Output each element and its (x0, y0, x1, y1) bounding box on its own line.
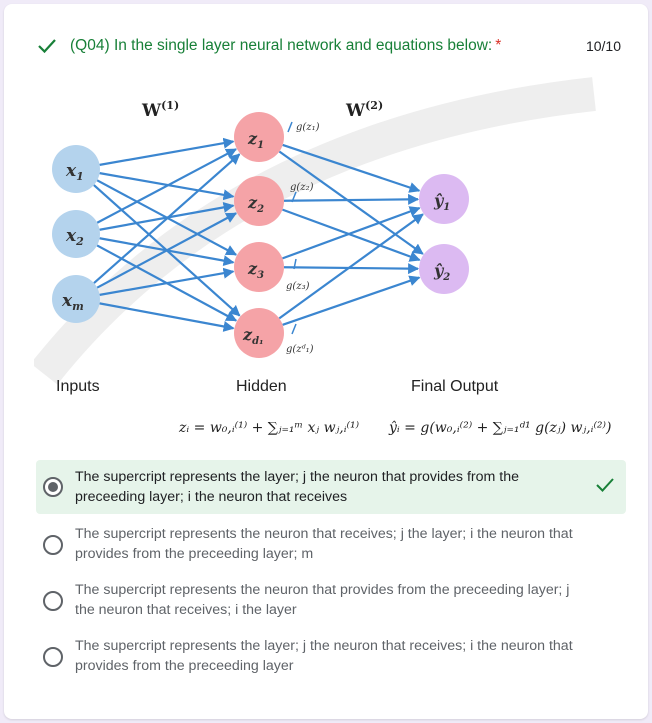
option-4-label: The supercript represents the layer; j t… (75, 638, 573, 674)
radio-unselected-icon[interactable] (43, 535, 63, 555)
required-mark: * (495, 37, 502, 54)
radio-unselected-icon[interactable] (43, 647, 63, 667)
correct-answer-check-icon (596, 478, 614, 492)
radio-selected-icon[interactable] (43, 477, 63, 497)
activation-label-1: g(z₁) (296, 122, 320, 133)
option-2-label: The supercript represents the neuron tha… (75, 526, 573, 562)
activation-label-3: g(z₃) (286, 281, 310, 292)
w2-label: W(2) (345, 99, 383, 121)
input-node-m: xm (52, 275, 100, 323)
option-3-label: The supercript represents the neuron tha… (75, 582, 570, 618)
question-header: (Q04) In the single layer neural network… (34, 34, 624, 58)
question-score: 10/10 (585, 38, 621, 54)
option-2[interactable]: The supercript represents the neuron tha… (36, 520, 626, 570)
network-edge (282, 206, 421, 260)
network-diagram: W(1) W(2) x1 x2 xm z1 z2 z3 zd₁ g(z₁) g(… (34, 77, 611, 436)
option-4[interactable]: The supercript represents the layer; j t… (36, 632, 626, 682)
correct-check-icon (38, 39, 56, 54)
hidden-node-d1: zd₁ (234, 308, 284, 358)
neural-network-figure: W(1) W(2) x1 x2 xm z1 z2 z3 zd₁ g(z₁) g(… (34, 74, 634, 454)
activation-markers (287, 121, 297, 335)
option-1-label: The supercript represents the layer; j t… (75, 469, 519, 505)
network-edge (278, 213, 424, 320)
hidden-equation: zᵢ = w₀,ᵢ⁽¹⁾ + ∑ⱼ₌₁ᵐ xⱼ wⱼ,ᵢ⁽¹⁾ (178, 420, 360, 436)
network-edge (283, 193, 420, 205)
output-node-1: ŷ1 (419, 174, 469, 224)
hidden-node-2: z2 (234, 176, 284, 226)
question-text: In the single layer neural network and e… (113, 37, 493, 54)
activation-label-d1: g(zᵈ₁) (286, 344, 314, 355)
network-edges (93, 137, 424, 332)
layer-label-inputs: Inputs (56, 378, 100, 395)
output-equation: ŷᵢ = g(w₀,ᵢ⁽²⁾ + ∑ⱼ₌₁ᵈ¹ g(zⱼ) wⱼ,ᵢ⁽²⁾) (388, 419, 611, 436)
layer-label-output: Final Output (411, 378, 499, 395)
network-edge (282, 208, 421, 262)
question-title: (Q04) In the single layer neural network… (70, 37, 501, 55)
question-number: (Q04) (70, 37, 110, 54)
watermark (34, 77, 596, 385)
hidden-node-1: z1 (234, 112, 284, 162)
option-3[interactable]: The supercript represents the neuron tha… (36, 576, 626, 626)
layer-label-hidden: Hidden (236, 378, 287, 395)
hidden-node-3: z3 (234, 242, 284, 292)
radio-unselected-icon[interactable] (43, 591, 63, 611)
output-node-2: ŷ2 (419, 244, 469, 294)
w1-label: W(1) (141, 99, 179, 121)
activation-label-2: g(z₂) (290, 182, 314, 193)
input-node-1: x1 (52, 145, 100, 193)
option-1[interactable]: The supercript represents the layer; j t… (36, 460, 626, 514)
question-card: (Q04) In the single layer neural network… (4, 4, 648, 719)
input-node-2: x2 (52, 210, 100, 258)
network-edge (96, 212, 238, 289)
